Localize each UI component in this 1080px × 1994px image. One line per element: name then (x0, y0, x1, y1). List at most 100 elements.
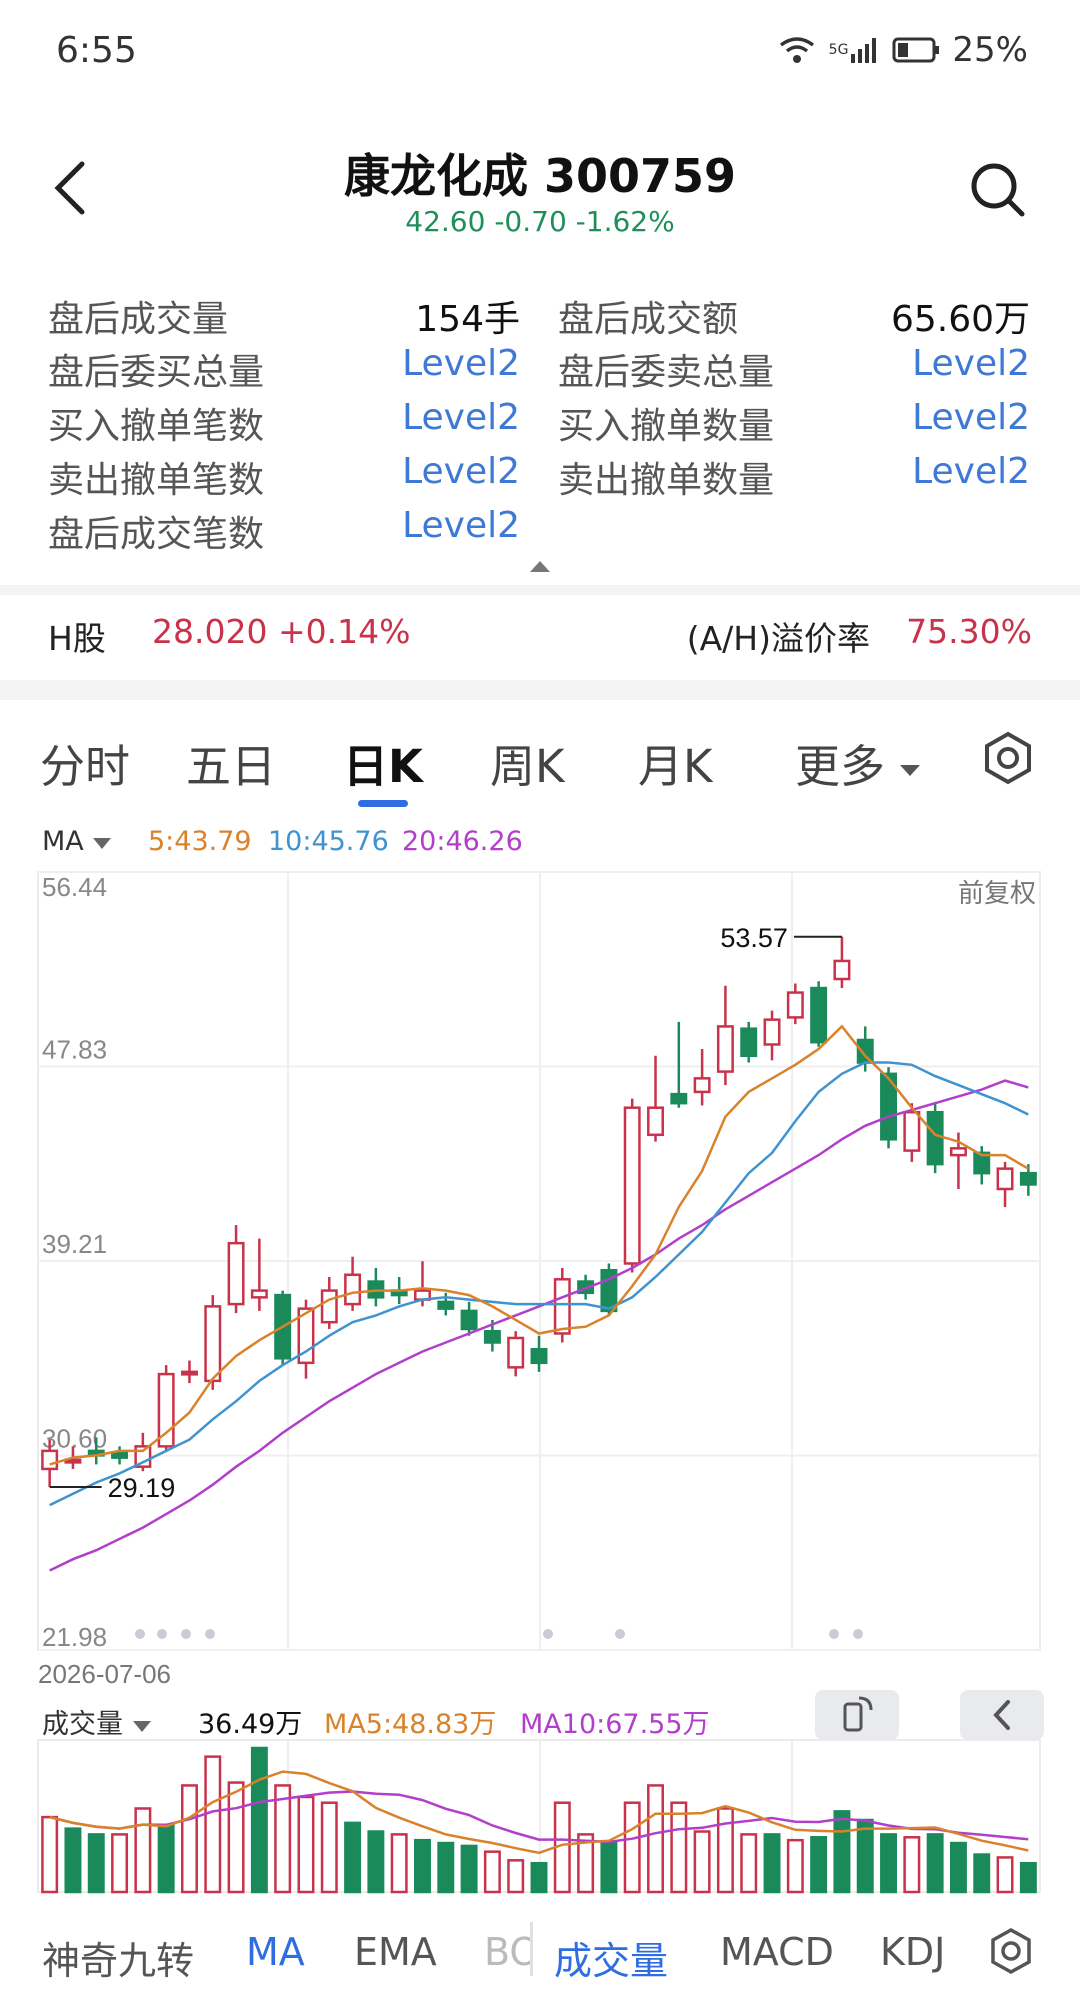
volume-bar-up (716, 1807, 734, 1894)
candle-up (204, 1305, 222, 1383)
indicator-settings-icon[interactable] (986, 1926, 1036, 1976)
candle-up (996, 1167, 1014, 1191)
volume-bar-down (973, 1853, 991, 1894)
stock-title: 康龙化成 300759 (343, 149, 737, 203)
volume-bar-up (903, 1836, 921, 1894)
signal-icon (851, 38, 877, 63)
ah-premium-label: (A/H)溢价率 (686, 619, 870, 658)
volume-ma5: MA5:48.83万 (324, 1709, 497, 1740)
ma-selector[interactable]: MA (42, 826, 112, 857)
candle-up (763, 1018, 781, 1046)
volume-bar-down (64, 1827, 82, 1894)
candle-down (926, 1110, 944, 1166)
volume-bar-down (810, 1836, 828, 1894)
candle-up (693, 1077, 711, 1094)
volume-bar-down (157, 1824, 175, 1894)
after-hours-label: 盘后成交量 (48, 299, 229, 340)
candle-down (740, 1027, 758, 1058)
ma20-value: 20:46.26 (402, 826, 523, 857)
after-hours-value[interactable]: Level2 (300, 505, 520, 546)
candle-up (250, 1289, 268, 1299)
volume-bar-up (786, 1838, 804, 1894)
indicator-tab-volume[interactable]: 成交量 (554, 1930, 668, 1985)
stock-quote: 42.60 -0.70 -1.62% (405, 205, 675, 238)
volume-bar-up (111, 1833, 129, 1894)
tab-separator (530, 1922, 533, 1976)
after-hours-value[interactable]: Level2 (810, 451, 1030, 492)
volume-ma10: MA10:67.55万 (520, 1709, 710, 1740)
settings-hexagon-icon[interactable] (980, 730, 1036, 786)
volume-bar-up (693, 1830, 711, 1894)
price-axis-label: 47.83 (42, 1035, 107, 1065)
collapse-panel-button[interactable] (960, 1690, 1044, 1740)
kline-chart[interactable]: 56.4447.8339.2130.6021.98前复权2026-07-0653… (0, 860, 1080, 1975)
event-dot (853, 1629, 863, 1639)
volume-bar-up (180, 1784, 198, 1894)
tab-five-day[interactable]: 五日 (186, 730, 276, 795)
candle-up (903, 1110, 921, 1152)
volume-bar-down (880, 1833, 898, 1894)
candle-up (949, 1147, 967, 1157)
after-hours-label: 买入撤单数量 (558, 406, 775, 447)
indicator-tab-ma[interactable]: MA (246, 1930, 305, 1974)
indicator-tab-ema[interactable]: EMA (354, 1930, 437, 1974)
after-hours-value[interactable]: Level2 (810, 343, 1030, 384)
after-hours-label: 盘后成交额 (558, 299, 739, 340)
after-hours-value[interactable]: Level2 (810, 397, 1030, 438)
after-hours-label: 盘后成交笔数 (48, 514, 265, 555)
volume-selector[interactable]: 成交量 (42, 1702, 152, 1741)
tab-more[interactable]: 更多 (795, 730, 921, 795)
event-dot (829, 1629, 839, 1639)
high-price-label: 53.57 (720, 923, 788, 953)
volume-value: 36.49万 (198, 1709, 303, 1740)
candle-down (460, 1309, 478, 1331)
volume-bar-down (926, 1833, 944, 1894)
volume-bar-up (204, 1755, 222, 1894)
candle-up (833, 959, 851, 981)
candle-up (647, 1106, 664, 1137)
volume-bar-down (600, 1841, 618, 1894)
tab-monthly-k[interactable]: 月K (638, 730, 713, 795)
volume-bar-down (367, 1830, 385, 1894)
volume-bar-up (134, 1807, 152, 1894)
after-hours-value[interactable]: Level2 (300, 397, 520, 438)
candle-down (810, 986, 828, 1044)
battery-icon (892, 37, 940, 63)
after-hours-value[interactable]: Level2 (300, 451, 520, 492)
divider (0, 680, 1080, 700)
collapse-caret-icon[interactable] (528, 558, 552, 574)
after-hours-value[interactable]: Level2 (300, 343, 520, 384)
candle-up (41, 1449, 59, 1471)
tab-intraday[interactable]: 分时 (40, 730, 130, 795)
hk-share-value[interactable]: 28.020 +0.14% (152, 612, 410, 651)
battery-percent: 25% (952, 30, 1028, 70)
volume-bar-up (507, 1859, 525, 1894)
indicator-tab-macd[interactable]: MACD (720, 1930, 834, 1974)
volume-selector-label: 成交量 (42, 1709, 123, 1740)
indicator-tab-magic-nine[interactable]: 神奇九转 (42, 1930, 194, 1985)
volume-bar-down (856, 1818, 874, 1894)
search-icon[interactable] (968, 160, 1028, 220)
ma10-value: 10:45.76 (268, 826, 389, 857)
volume-bar-up (274, 1784, 292, 1894)
event-dot (615, 1629, 625, 1639)
indicator-tab-kdj[interactable]: KDJ (880, 1930, 945, 1974)
event-dot (543, 1629, 553, 1639)
candle-down (670, 1092, 688, 1105)
after-hours-label: 卖出撤单数量 (558, 460, 775, 501)
start-date-label: 2026-07-06 (38, 1659, 171, 1689)
candle-down (111, 1451, 129, 1459)
candle-up (180, 1370, 198, 1376)
tab-daily-k[interactable]: 日K (343, 730, 423, 795)
volume-bar-up (996, 1856, 1014, 1894)
volume-bar-down (763, 1833, 781, 1894)
indicator-tab-boll[interactable]: BOLL (484, 1930, 530, 1974)
rotate-screen-button[interactable] (815, 1690, 899, 1740)
candle-up (344, 1273, 362, 1306)
tab-weekly-k[interactable]: 周K (490, 730, 565, 795)
volume-bar-up (483, 1850, 501, 1894)
adjust-mode-label: 前复权 (958, 879, 1036, 909)
after-hours-label: 盘后委买总量 (48, 352, 265, 393)
volume-bar-up (41, 1815, 59, 1894)
price-axis-label: 39.21 (42, 1229, 107, 1259)
